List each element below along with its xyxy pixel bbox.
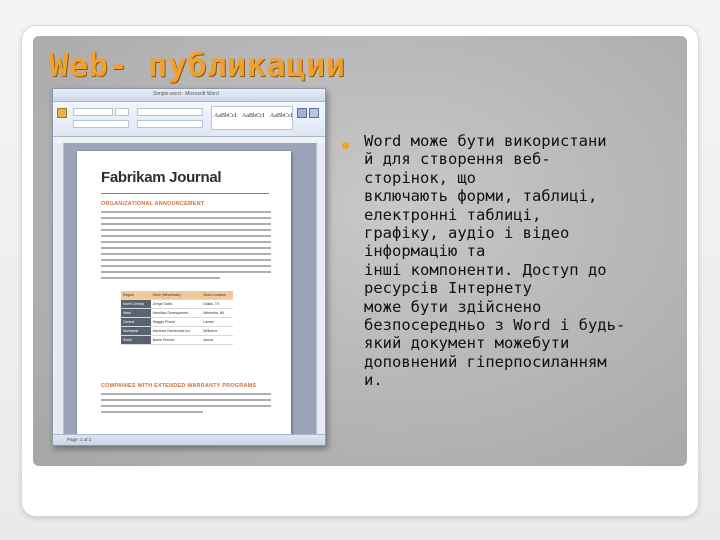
word-title-bar: Simple-word - Microsoft Word: [53, 89, 325, 102]
body-text-lines: [101, 211, 271, 283]
word-screenshot: Simple-word - Microsoft Word AaBbCcI AaB…: [52, 88, 326, 446]
table-row: West Hamilton Development Winnetka, WI: [121, 308, 233, 318]
table-header-cell: Store Location: [201, 291, 233, 300]
styles-gallery: AaBbCcI AaBbCcI AaBbCcI: [211, 106, 293, 130]
bullet-list: Word може бути використани й для створен…: [342, 132, 687, 390]
paragraph-toolbar: [137, 108, 203, 116]
style-normal: AaBbCcI: [214, 113, 237, 119]
word-window-title: Simple-word - Microsoft Word: [153, 91, 219, 97]
body-text-lines-2: [101, 393, 271, 417]
style-heading: AaBbCcI: [270, 113, 293, 119]
style-no-spacing: AaBbCcI: [242, 113, 265, 119]
format-toolbar: [73, 120, 129, 128]
word-ribbon: AaBbCcI AaBbCcI AaBbCcI: [53, 102, 325, 137]
title-rule: [101, 193, 269, 194]
table-header-cell: Store (Wholesale): [150, 291, 202, 300]
change-styles-icon: [297, 108, 307, 118]
vertical-ruler: [53, 143, 64, 435]
document-title: Fabrikam Journal: [101, 169, 222, 186]
table-row: South Barrie Electric Azusa: [121, 335, 233, 345]
alignment-toolbar: [137, 120, 203, 128]
table-row: North Central Zenge Sales Dallas, TX: [121, 299, 233, 309]
table-row: Northeast Advance Electronics Inc. Millb…: [121, 326, 233, 336]
page-count-status: Page: 1 of 2: [67, 437, 92, 442]
table-header-cell: Region: [121, 291, 151, 300]
paste-icon: [57, 108, 67, 118]
bullet-icon: [342, 142, 349, 149]
font-name-box: [73, 108, 113, 116]
word-status-bar: Page: 1 of 2: [53, 434, 325, 445]
bullet-text: Word може бути використани й для створен…: [364, 132, 626, 390]
vertical-scrollbar: [316, 143, 325, 435]
document-table: Region Store (Wholesale) Store Location …: [121, 291, 233, 345]
editing-icon: [309, 108, 319, 118]
section-heading-2: COMPANIES WITH EXTENDED WARRANTY PROGRAM…: [101, 383, 257, 389]
slide-title: Web- публикации: [49, 46, 346, 84]
table-row: Central Maggio Phone Lander: [121, 317, 233, 327]
font-size-box: [115, 108, 129, 116]
section-heading-1: ORGANIZATIONAL ANNOUNCEMENT: [101, 201, 205, 207]
document-page: Fabrikam Journal ORGANIZATIONAL ANNOUNCE…: [77, 151, 291, 445]
